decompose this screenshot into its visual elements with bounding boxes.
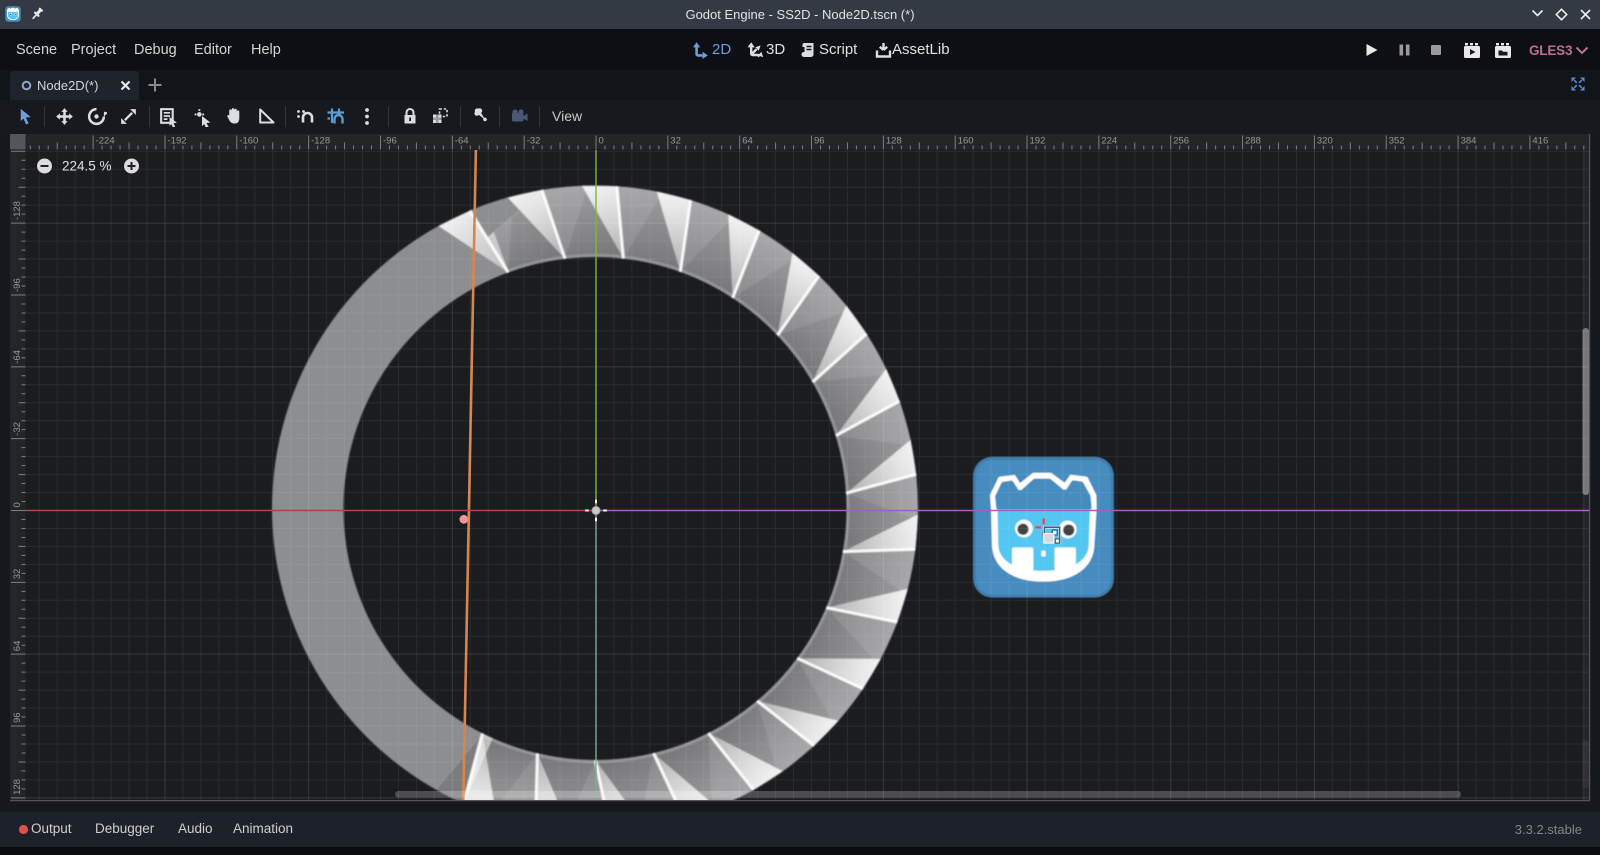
svg-text:256: 256 [1173,136,1189,147]
svg-text:96: 96 [814,136,825,147]
svg-text:224.5 %: 224.5 % [62,159,112,174]
svg-text:224: 224 [1101,136,1117,147]
svg-text:32: 32 [670,136,681,147]
svg-text:-32: -32 [12,422,23,436]
svg-text:-64: -64 [12,350,23,364]
svg-text:96: 96 [12,712,23,723]
svg-text:-128: -128 [12,201,23,220]
svg-text:416: 416 [1532,136,1548,147]
svg-text:-96: -96 [383,136,397,147]
svg-text:-192: -192 [168,136,187,147]
svg-text:64: 64 [742,136,753,147]
svg-text:192: 192 [1030,136,1046,147]
svg-text:-32: -32 [527,136,541,147]
svg-text:320: 320 [1317,136,1333,147]
svg-text:384: 384 [1461,136,1477,147]
svg-text:352: 352 [1389,136,1405,147]
svg-text:-160: -160 [239,136,258,147]
svg-text:288: 288 [1245,136,1261,147]
svg-text:-224: -224 [96,136,115,147]
svg-text:-128: -128 [311,136,330,147]
svg-text:0: 0 [599,136,604,147]
svg-text:160: 160 [958,136,974,147]
svg-text:128: 128 [886,136,902,147]
svg-text:128: 128 [12,779,23,795]
svg-text:64: 64 [12,641,23,652]
svg-text:32: 32 [12,569,23,580]
svg-text:-64: -64 [455,136,469,147]
svg-text:-96: -96 [12,278,23,292]
svg-text:0: 0 [12,502,23,507]
